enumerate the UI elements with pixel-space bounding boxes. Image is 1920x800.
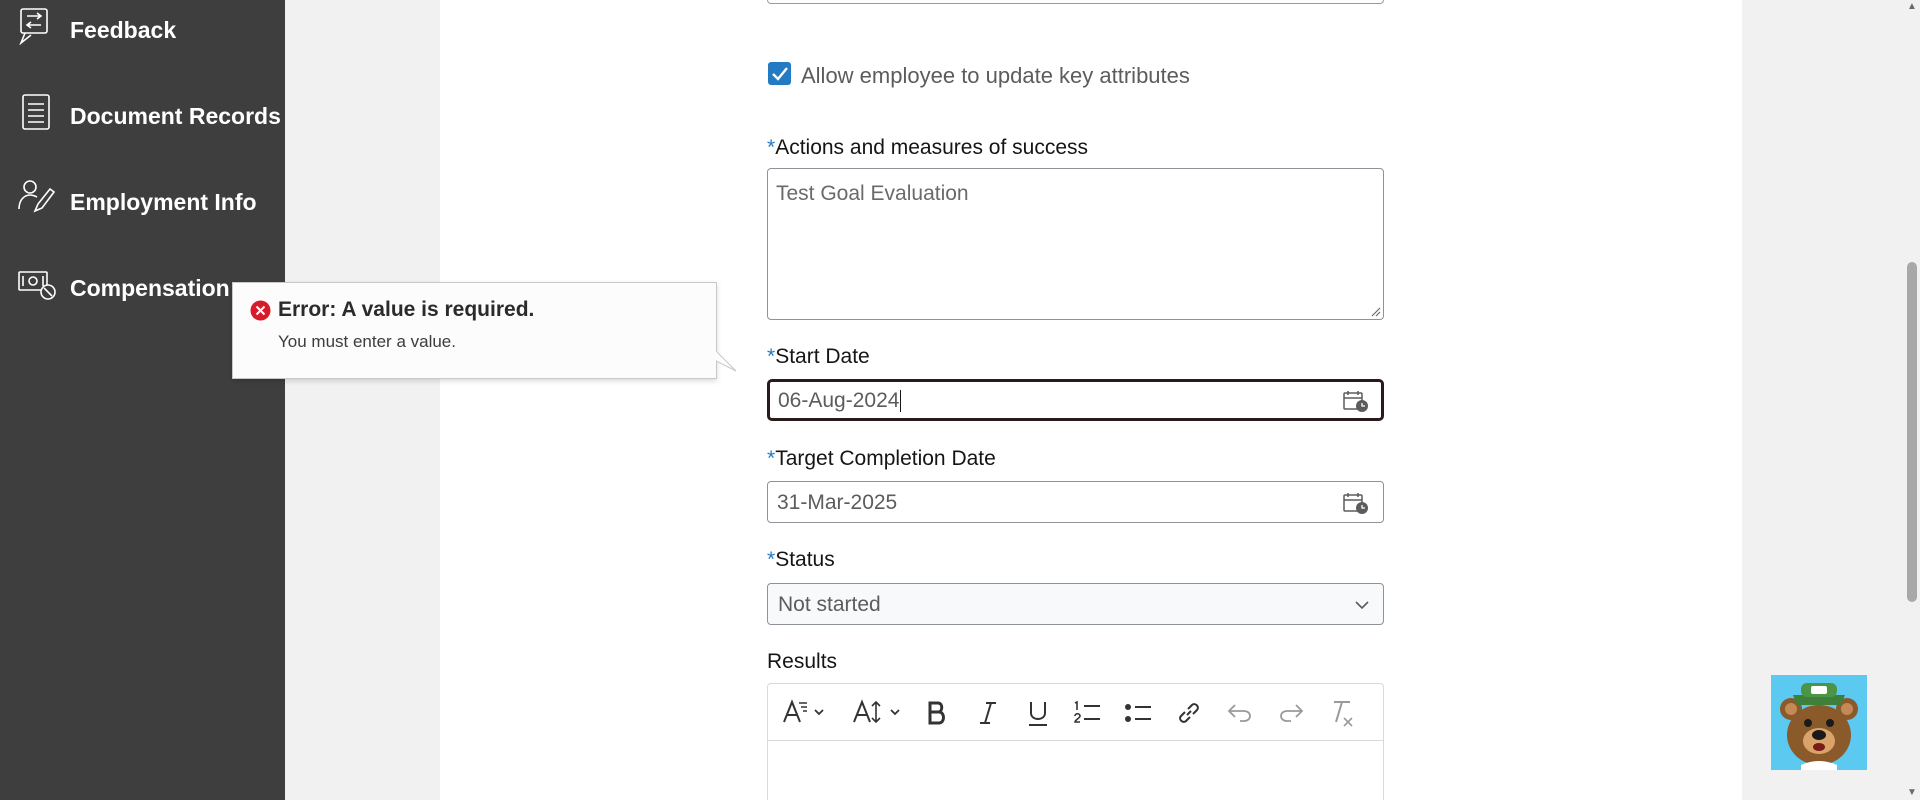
vertical-scrollbar[interactable]: ▲ ▼	[1904, 0, 1920, 800]
calendar-icon[interactable]	[1343, 491, 1369, 515]
status-select[interactable]: Not started	[767, 583, 1384, 625]
tooltip-pointer	[716, 351, 737, 372]
error-tooltip: Error: A value is required. You must ent…	[232, 282, 737, 379]
chevron-down-icon	[1355, 601, 1369, 610]
previous-field-bottom-edge	[767, 0, 1384, 4]
actions-textarea-value: Test Goal Evaluation	[776, 182, 969, 205]
start-date-label: *Start Date	[767, 345, 870, 368]
required-marker: *	[767, 548, 776, 571]
chat-assistant-avatar[interactable]	[1771, 675, 1867, 770]
editor-toolbar	[768, 684, 1383, 741]
allow-update-label: Allow employee to update key attributes	[801, 63, 1190, 88]
sidebar-item-label: Feedback	[70, 17, 177, 43]
document-icon	[22, 94, 50, 130]
feedback-icon	[19, 8, 48, 45]
italic-button[interactable]	[971, 696, 1005, 730]
status-label: *Status	[767, 548, 835, 571]
underline-button[interactable]	[1021, 696, 1055, 730]
bear-mascot-icon	[1780, 683, 1858, 770]
allow-update-checkbox[interactable]	[768, 62, 791, 85]
sidebar-item-document-records[interactable]: Document Records	[0, 86, 285, 146]
required-marker: *	[767, 447, 776, 470]
scroll-down-arrow-icon[interactable]: ▼	[1907, 788, 1917, 798]
sidebar-item-label: Document Records	[70, 103, 281, 129]
link-button[interactable]	[1172, 696, 1206, 730]
sidebar-item-feedback[interactable]: Feedback	[0, 0, 285, 60]
error-message: You must enter a value.	[278, 332, 456, 351]
required-marker: *	[767, 345, 776, 368]
target-date-label: *Target Completion Date	[767, 447, 996, 470]
numbered-list-icon	[1074, 700, 1100, 723]
scroll-up-arrow-icon[interactable]: ▲	[1907, 2, 1917, 12]
results-label: Results	[767, 650, 838, 673]
font-style-dropdown[interactable]	[780, 696, 828, 730]
font-style-icon	[783, 699, 824, 723]
resize-grip-icon[interactable]	[1369, 305, 1381, 317]
redo-icon	[1280, 704, 1304, 722]
target-date-value: 31-Mar-2025	[777, 491, 898, 514]
clear-formatting-icon	[1334, 701, 1353, 727]
numbered-list-button[interactable]	[1070, 696, 1104, 730]
font-size-dropdown[interactable]	[850, 696, 906, 730]
money-icon	[18, 271, 56, 300]
required-marker: *	[767, 136, 776, 159]
sidebar-item-employment-info[interactable]: Employment Info	[0, 172, 285, 232]
actions-textarea[interactable]: Test Goal Evaluation	[767, 168, 1384, 320]
target-date-input[interactable]: 31-Mar-2025	[767, 481, 1384, 523]
bullet-list-button[interactable]	[1121, 696, 1155, 730]
error-title: Error: A value is required.	[278, 298, 535, 321]
results-rich-text-editor[interactable]	[767, 683, 1384, 800]
sidebar-item-label: Compensation	[70, 275, 230, 301]
redo-button[interactable]	[1274, 696, 1308, 730]
underline-icon	[1029, 702, 1047, 726]
error-icon	[250, 300, 271, 321]
font-size-icon	[853, 699, 900, 724]
person-edit-icon	[18, 180, 56, 213]
status-value: Not started	[778, 593, 881, 616]
bold-icon	[928, 701, 945, 725]
bold-button[interactable]	[920, 696, 954, 730]
start-date-input[interactable]: 06-Aug-2024	[767, 379, 1384, 421]
link-icon	[1179, 703, 1199, 723]
clear-formatting-button[interactable]	[1324, 696, 1358, 730]
sidebar: Feedback Document Records Employment Inf…	[0, 0, 285, 800]
scrollbar-thumb[interactable]	[1907, 262, 1917, 602]
bullet-list-icon	[1125, 704, 1151, 722]
undo-icon	[1227, 704, 1251, 722]
undo-button[interactable]	[1223, 696, 1257, 730]
calendar-icon[interactable]	[1343, 389, 1369, 413]
start-date-value: 06-Aug-2024	[778, 389, 900, 412]
text-caret	[900, 390, 902, 413]
italic-icon	[980, 702, 996, 724]
checkmark-icon	[772, 67, 788, 81]
actions-label: *Actions and measures of success	[767, 136, 1089, 159]
sidebar-item-label: Employment Info	[70, 189, 257, 215]
